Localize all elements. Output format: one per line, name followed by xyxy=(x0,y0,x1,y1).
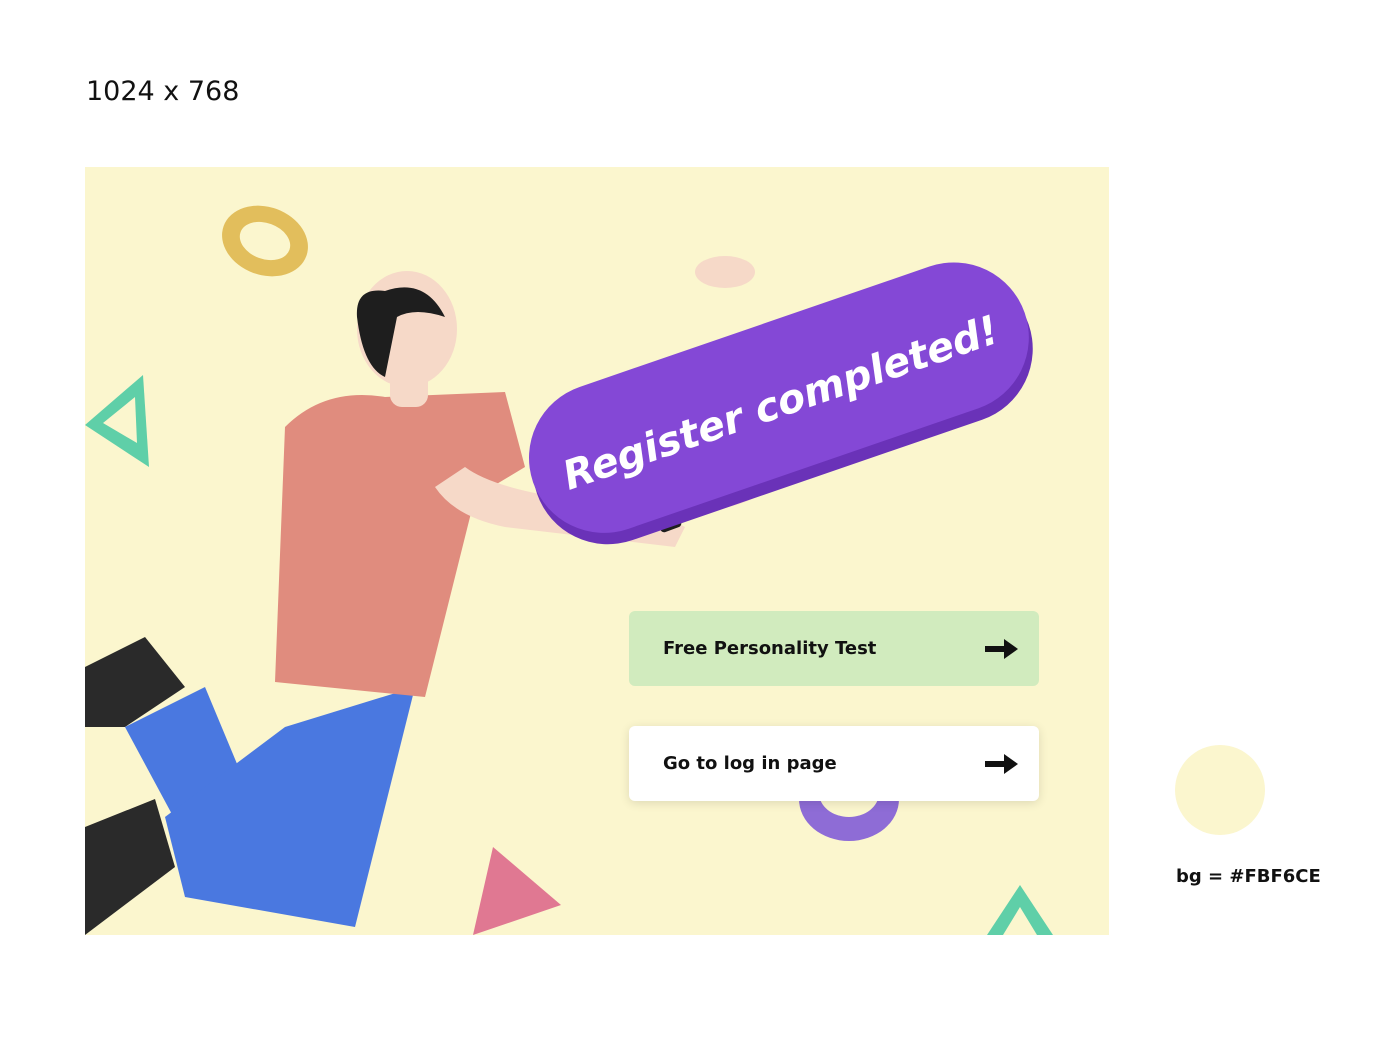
bg-color-swatch xyxy=(1175,745,1265,835)
artboard-size-label: 1024 x 768 xyxy=(86,76,240,107)
register-complete-artboard: Register completed! Free Personality Tes… xyxy=(85,167,1109,935)
go-to-login-button[interactable]: Go to log in page xyxy=(629,726,1039,801)
illustration: Register completed! xyxy=(85,167,1109,935)
page: 1024 x 768 Register completed! Free Pers… xyxy=(0,0,1384,1059)
bg-color-label: bg = #FBF6CE xyxy=(1176,866,1321,887)
login-button-label: Go to log in page xyxy=(663,753,837,774)
free-personality-test-button[interactable]: Free Personality Test xyxy=(629,611,1039,686)
test-button-label: Free Personality Test xyxy=(663,638,877,659)
arrow-right-icon xyxy=(985,638,1018,659)
arrow-right-icon xyxy=(985,753,1018,774)
